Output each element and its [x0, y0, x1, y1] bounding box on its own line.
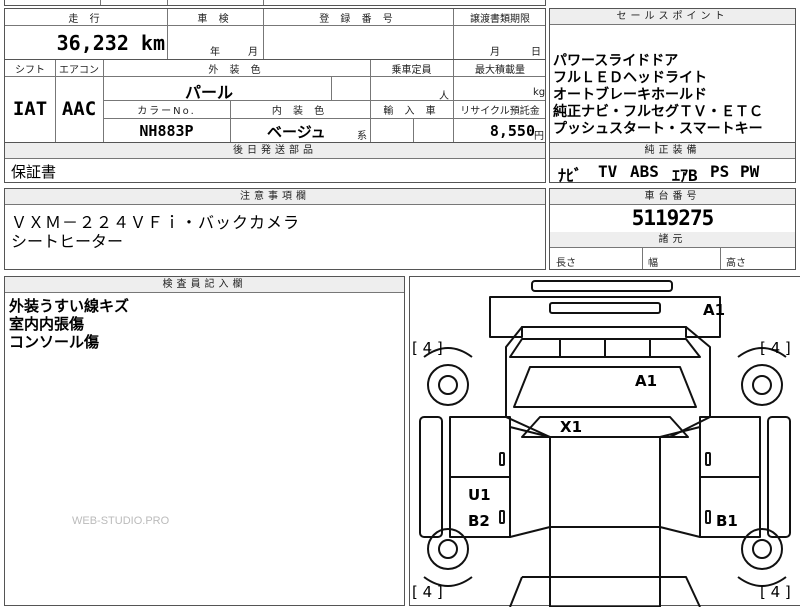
equipment-item: TV: [598, 162, 618, 181]
dimensions-label: 諸元: [550, 232, 795, 248]
recycle-unit: 円: [534, 131, 544, 142]
parts-value: 保証書: [11, 163, 57, 181]
notes-label: 注意事項欄: [5, 189, 545, 205]
transfer-day: 日: [531, 47, 541, 58]
equipment-item: PS: [710, 162, 730, 181]
chassis-label: 車台番号: [550, 189, 795, 205]
chassis-value: 5119275: [631, 206, 715, 230]
registration-label: 登 録 番 号: [319, 14, 397, 25]
recycle-value: 8,550: [489, 122, 535, 140]
recycle-label: リサイクル預託金: [460, 106, 540, 117]
shaken-month: 月: [248, 47, 258, 58]
tire-depth-rear-right: [ 4 ]: [760, 583, 791, 601]
damage-mark-a1-hood: A1: [635, 372, 658, 390]
capacity-label: 乗車定員: [391, 65, 432, 76]
notes-box: 注意事項欄 ＶＸＭ－２２４ＶＦｉ・バックカメラ シートヒーター: [4, 188, 546, 270]
ac-value: AAC: [61, 98, 97, 120]
equipment-item: ABS: [630, 162, 659, 181]
chassis-box: 車台番号 5119275 諸元 長さ 幅 高さ: [549, 188, 796, 270]
watermark: WEB-STUDIO.PRO: [72, 515, 170, 527]
dimension-width: 幅: [648, 258, 658, 269]
dimension-length: 長さ: [556, 258, 576, 269]
interior-suffix: 系: [357, 131, 367, 142]
ac-label: エアコン: [59, 65, 99, 76]
top-stub-row: [4, 0, 546, 6]
dimension-height: 高さ: [726, 258, 746, 269]
sales-point-item: プッシュスタート・スマートキー: [553, 121, 763, 137]
import-label: 輸 入 車: [383, 106, 440, 117]
equipment-label: 純正装備: [550, 143, 795, 159]
vehicle-diagram: [419, 280, 791, 607]
transfer-month: 月: [490, 47, 500, 58]
parts-box: 後日発送部品 保証書: [4, 142, 546, 183]
tire-depth-front-right: [ 4 ]: [760, 339, 791, 357]
header-table: 走 行 車 検 登 録 番 号 譲渡書類期限 36,232 km 年 月 月 日: [4, 8, 546, 60]
equipment-box: 純正装備 ﾅﾋﾞ TV ABS ｴｱB PS PW: [549, 142, 796, 185]
equipment-item: ﾅﾋﾞ: [558, 166, 583, 185]
equipment-item: PW: [740, 162, 760, 181]
shaken-label: 車 検: [197, 14, 233, 25]
mileage-label: 走 行: [68, 14, 104, 25]
vehicle-diagram-box: A1 A1 X1 U1 B2 B1 [ 4 ] [ 4 ] [ 4 ] [ 4 …: [409, 276, 800, 607]
damage-mark-x1: X1: [560, 418, 583, 436]
inspector-box: 検査員記入欄 外装うすい線キズ 室内内張傷 コンソール傷: [4, 276, 405, 606]
tire-depth-rear-left: [ 4 ]: [412, 583, 443, 601]
capacity-unit: 人: [439, 91, 449, 102]
colorno-label: カラーNo.: [137, 106, 196, 117]
load-unit: kg: [533, 87, 546, 98]
parts-label: 後日発送部品: [5, 143, 545, 159]
shift-value: IAT: [12, 98, 48, 120]
equipment-item: ｴｱB: [672, 166, 698, 185]
interior-label: 内 装 色: [271, 106, 329, 117]
shift-label: シフト: [15, 65, 45, 76]
exterior-label: 外 装 色: [208, 65, 265, 76]
notes-line: シートヒーター: [11, 232, 124, 251]
spec-table: シフト エアコン 外 装 色 乗車定員 最大積載量 IAT AAC パール 人 …: [4, 59, 546, 143]
tire-depth-front-left: [ 4 ]: [412, 339, 443, 357]
load-label: 最大積載量: [475, 65, 525, 76]
exterior-value: パール: [185, 83, 234, 102]
damage-mark-a1-rear: A1: [703, 301, 726, 319]
colorno-value: NH883P: [139, 122, 194, 140]
sales-label: セールスポイント: [550, 9, 795, 25]
inspector-label: 検査員記入欄: [5, 277, 404, 293]
sales-points-box: セールスポイント パワースライドドア フルＬＥＤヘッドライト オートブレーキホー…: [549, 8, 796, 143]
transfer-label: 譲渡書類期限: [470, 14, 530, 25]
shaken-year: 年: [210, 47, 220, 58]
inspector-line: コンソール傷: [9, 333, 100, 351]
damage-mark-u1: U1: [468, 486, 491, 504]
damage-mark-b1: B1: [716, 512, 738, 530]
mileage-value: 36,232 km: [56, 31, 165, 55]
interior-value: ベージュ: [267, 123, 326, 141]
damage-mark-b2: B2: [468, 512, 490, 530]
